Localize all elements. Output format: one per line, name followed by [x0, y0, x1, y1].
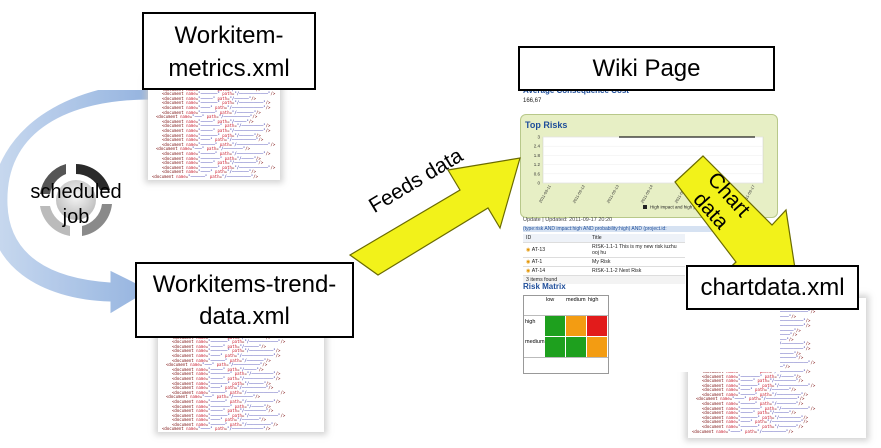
workitem-metrics-label: Workitem- metrics.xml	[142, 12, 316, 90]
y-tick-label: 0	[537, 181, 540, 186]
x-tick-label: 2011-09-12	[571, 183, 586, 204]
y-tick-label: 1.2	[534, 162, 541, 167]
y-tick-label: 0.6	[534, 171, 541, 176]
matrix-cell[interactable]	[587, 316, 607, 336]
y-tick-label: 2.4	[534, 144, 541, 149]
trend-line1: Workitems-trend-	[152, 271, 337, 298]
y-tick-label: 1.8	[534, 153, 541, 158]
risk-id[interactable]: AT-13	[532, 247, 545, 253]
workitem-metrics-xml-image: <document name="───" path="/─────"/><doc…	[148, 80, 280, 180]
y-tick-label: 3	[537, 135, 540, 140]
trend-data-label: Workitems-trend- data.xml	[135, 262, 354, 338]
xml-text-line: <document name="──────" path="/─────────…	[152, 173, 259, 179]
matrix-col-low: low	[546, 297, 555, 303]
matrix-row-high: high	[525, 319, 536, 325]
x-tick-label: 2011-09-14	[639, 183, 654, 204]
risk-matrix: low medium high high medium	[523, 295, 609, 374]
scheduled-job-label: scheduled job	[18, 180, 134, 230]
matrix-cell[interactable]	[587, 337, 607, 357]
x-tick-label: 2011-09-13	[605, 183, 620, 204]
matrix-col-medium: medium	[566, 297, 586, 303]
matrix-col-high: high	[588, 297, 599, 303]
trend-line2: data.xml	[199, 303, 290, 330]
chartdata-label: chartdata.xml	[686, 265, 859, 310]
workitem-metrics-line1: Workitem-	[174, 22, 284, 49]
matrix-cell[interactable]	[566, 316, 586, 336]
x-tick-label: 2011-09-11	[538, 183, 553, 203]
top-risks-title: Top Risks	[525, 120, 568, 130]
job-text: job	[62, 206, 90, 228]
wiki-page-label: Wiki Page	[518, 46, 775, 91]
avg-consequence-value: 166,67	[523, 98, 542, 104]
col-id-header: ID	[526, 235, 532, 241]
legend-swatch	[643, 205, 647, 209]
matrix-cell[interactable]	[545, 316, 565, 336]
update-text: Update | Updated: 2011-09-17 20:20	[523, 217, 613, 223]
scheduled-text: scheduled	[30, 181, 122, 203]
xml-text-line: <document name="────" path="/───────────…	[162, 426, 271, 432]
matrix-cell[interactable]	[545, 337, 565, 357]
risk-id[interactable]: AT-14	[532, 268, 545, 274]
xml-text-line: <document name="────" path="/──────────"…	[692, 428, 794, 434]
matrix-cell[interactable]	[566, 337, 586, 357]
risk-id[interactable]: AT-1	[532, 259, 543, 265]
trend-data-xml-image: <document name="───" path="/─────"/><doc…	[158, 328, 324, 432]
matrix-row-medium: medium	[525, 339, 545, 345]
workitem-metrics-line2: metrics.xml	[168, 55, 290, 82]
